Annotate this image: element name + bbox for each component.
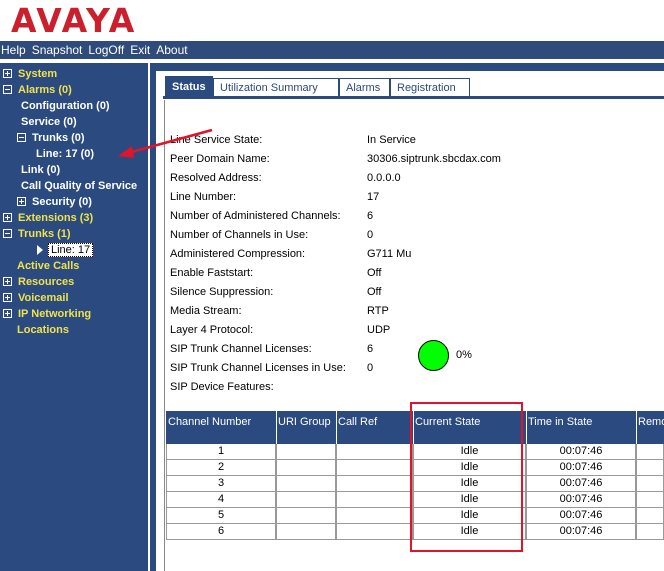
arrow-head (118, 146, 134, 158)
red-arrow-annotation (118, 128, 213, 158)
arrow-shaft (127, 128, 213, 155)
